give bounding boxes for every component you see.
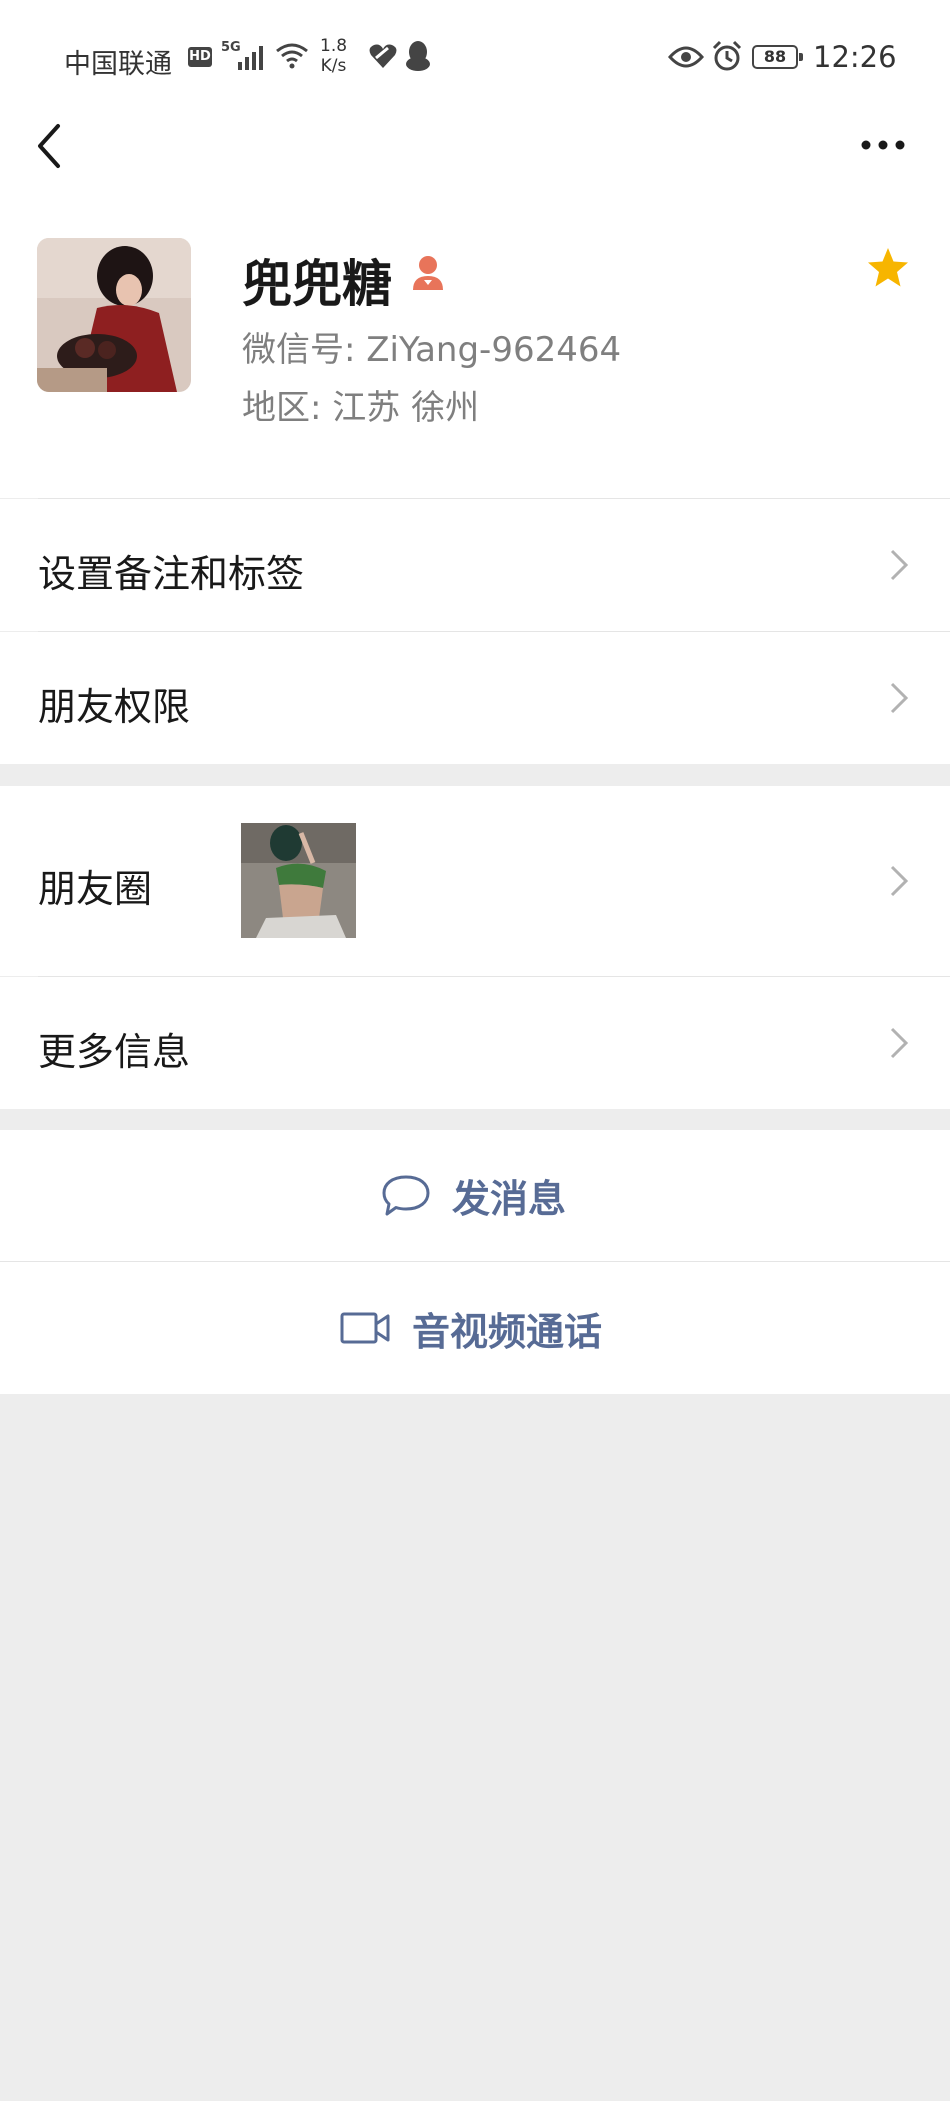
send-message-label: 发消息	[452, 1177, 567, 1221]
moments-row[interactable]: 朋友圈	[0, 786, 950, 976]
av-call-label: 音视频通话	[412, 1309, 603, 1354]
status-bar: 中国联通 HD 5G 1.8 K/s 88 12:26	[0, 0, 950, 110]
chat-bubble-icon	[382, 1175, 430, 1215]
av-call-button[interactable]: 音视频通话	[0, 1262, 950, 1394]
eye-icon	[668, 46, 704, 68]
send-message-button[interactable]: 发消息	[0, 1130, 950, 1261]
moments-thumbnail[interactable]	[241, 823, 356, 938]
contact-name: 兜兜糖	[242, 255, 392, 313]
chevron-right-icon	[890, 682, 909, 714]
battery-indicator: 88	[752, 45, 803, 69]
hd-icon: HD	[188, 47, 212, 67]
remark-tags-row[interactable]: 设置备注和标签	[0, 499, 950, 631]
star-icon[interactable]	[866, 246, 910, 290]
friend-permissions-row[interactable]: 朋友权限	[0, 632, 950, 764]
friend-permissions-label: 朋友权限	[38, 685, 191, 729]
avatar-photo	[37, 238, 191, 392]
qq-icon	[406, 41, 430, 71]
region: 地区: 江苏 徐州	[242, 388, 480, 428]
video-camera-icon	[340, 1312, 390, 1344]
network-speed: 1.8 K/s	[320, 36, 347, 76]
moments-label: 朋友圈	[38, 867, 153, 911]
moments-photo	[241, 823, 356, 938]
network-speed-value: 1.8	[320, 36, 348, 56]
chevron-right-icon	[890, 1027, 909, 1059]
alarm-icon	[712, 40, 742, 71]
network-speed-unit: K/s	[320, 56, 347, 76]
back-icon[interactable]	[30, 118, 70, 174]
wifi-icon	[276, 43, 308, 69]
remark-tags-label: 设置备注和标签	[38, 552, 305, 596]
cellular-signal-icon	[238, 46, 263, 70]
person-badge-icon	[413, 256, 443, 290]
more-info-row[interactable]: 更多信息	[0, 977, 950, 1109]
clock: 12:26	[813, 40, 897, 74]
carrier-label: 中国联通	[64, 49, 172, 80]
chevron-right-icon	[890, 549, 909, 581]
chevron-right-icon	[890, 865, 909, 897]
avatar[interactable]	[37, 238, 191, 392]
wechat-id: 微信号: ZiYang-962464	[242, 330, 622, 370]
more-options-icon[interactable]	[858, 130, 908, 160]
heart-app-icon	[369, 44, 397, 68]
more-info-label: 更多信息	[38, 1030, 191, 1074]
